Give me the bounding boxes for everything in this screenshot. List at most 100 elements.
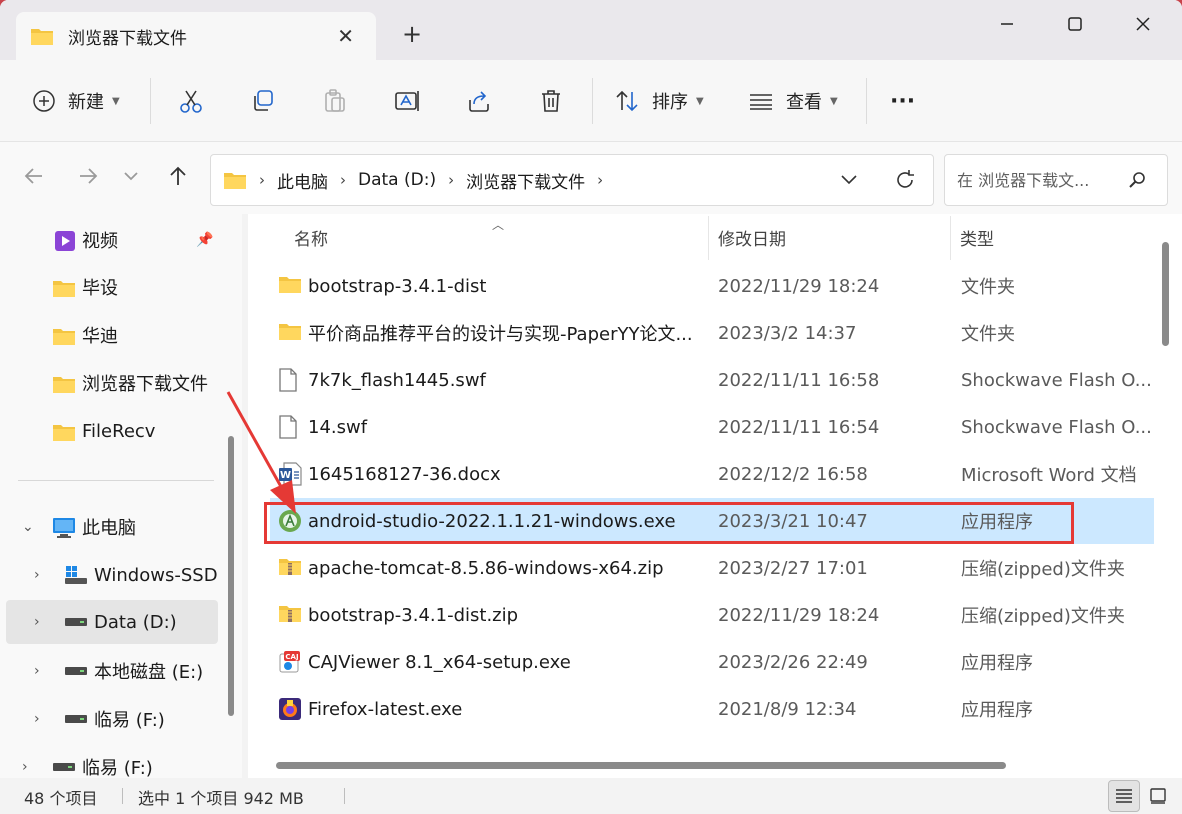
view-button[interactable]: 查看 ▼	[748, 60, 838, 142]
sidebar-item-local-disk-e[interactable]: › 本地磁盘 (E:)	[0, 649, 218, 693]
sort-icon	[616, 90, 638, 112]
drive-icon	[65, 618, 87, 626]
drive-icon	[65, 715, 87, 723]
column-divider[interactable]	[950, 216, 951, 260]
sidebar-item-label: 此电脑	[82, 518, 136, 539]
table-row[interactable]: bootstrap-3.4.1-dist 2022/11/29 18:24 文件夹	[270, 263, 1154, 309]
minimize-button[interactable]	[982, 8, 1032, 40]
table-row[interactable]: Firefox-latest.exe 2021/8/9 12:34 应用程序	[270, 686, 1154, 732]
chevron-right-icon[interactable]: ›	[22, 759, 28, 775]
chevron-right-icon[interactable]: ›	[34, 711, 40, 727]
table-row[interactable]: CAJ CAJViewer 8.1_x64-setup.exe 2023/2/26 …	[270, 639, 1154, 685]
details-view-button[interactable]	[1108, 780, 1140, 812]
firefox-icon	[278, 697, 302, 725]
chevron-right-icon[interactable]: ›	[34, 567, 40, 583]
file-date: 2022/11/29 18:24	[718, 275, 880, 297]
column-header-name[interactable]: 名称	[294, 214, 328, 260]
folder-icon	[31, 29, 53, 45]
status-divider	[344, 788, 345, 804]
recent-locations-button[interactable]	[122, 168, 140, 188]
table-row[interactable]: 7k7k_flash1445.swf 2022/11/11 16:58 Shockw…	[270, 357, 1154, 403]
column-header-date[interactable]: 修改日期	[718, 214, 786, 260]
sidebar-item-windows-ssd[interactable]: › Windows-SSD	[0, 553, 218, 597]
file-name: 1645168127-36.docx	[308, 463, 501, 485]
folder-icon	[53, 329, 75, 345]
sort-button[interactable]: 排序 ▼	[614, 60, 704, 142]
table-row[interactable]: 14.swf 2022/11/11 16:54 Shockwave Flash O.…	[270, 404, 1154, 450]
copy-icon	[254, 90, 273, 111]
paste-button[interactable]	[322, 60, 348, 142]
copy-button[interactable]	[250, 60, 276, 142]
file-name: CAJViewer 8.1_x64-setup.exe	[308, 651, 571, 673]
chevron-right-icon: ›	[597, 171, 604, 189]
arrow-left-icon	[24, 168, 42, 184]
sidebar-item-label: Windows-SSD	[94, 564, 218, 586]
close-tab-button[interactable]: ✕	[337, 24, 354, 48]
breadcrumb-downloads[interactable]: 浏览器下载文件	[466, 168, 585, 193]
sidebar-item-drive-f[interactable]: › 临易 (F:)	[0, 697, 218, 741]
navigation-pane: 📌 视频 毕设 华迪 浏览器下载文件 FileRecv ⌄ 此电脑 › Wind…	[0, 214, 242, 784]
column-header-type[interactable]: 类型	[960, 214, 994, 260]
more-options-button[interactable]: ···	[890, 60, 915, 142]
trash-icon	[542, 90, 560, 112]
sort-label: 排序	[652, 92, 688, 113]
maximize-button[interactable]	[1050, 8, 1100, 40]
horizontal-scrollbar-thumb[interactable]	[276, 762, 1006, 769]
table-row[interactable]: 平价商品推荐平台的设计与实现-PaperYY论文... 2023/3/2 14:3…	[270, 310, 1154, 356]
chevron-right-icon[interactable]: ›	[34, 614, 40, 630]
address-history-button[interactable]	[821, 172, 877, 188]
vertical-scrollbar-thumb[interactable]	[1162, 242, 1169, 346]
search-input[interactable]	[957, 170, 1127, 190]
table-row[interactable]: bootstrap-3.4.1-dist.zip 2022/11/29 18:24…	[270, 592, 1154, 638]
toolbar-divider	[592, 78, 593, 124]
sidebar-item-graduation[interactable]: 毕设	[0, 265, 218, 309]
details-view-icon	[1116, 789, 1132, 803]
delete-button[interactable]	[538, 60, 564, 142]
share-button[interactable]	[466, 60, 492, 142]
up-button[interactable]	[166, 164, 190, 192]
rename-button[interactable]	[394, 60, 422, 142]
file-date: 2022/11/11 16:58	[718, 369, 880, 391]
breadcrumb-data-drive[interactable]: Data (D:)	[358, 170, 436, 190]
file-type: 文件夹	[961, 277, 1015, 298]
folder-icon	[53, 281, 75, 297]
new-tab-button[interactable]: +	[402, 20, 422, 48]
list-view-icon	[750, 94, 772, 110]
refresh-button[interactable]	[877, 169, 933, 191]
search-icon	[1129, 172, 1145, 188]
table-row[interactable]	[270, 733, 1154, 749]
sidebar-item-huadi[interactable]: 华迪	[0, 313, 218, 357]
sidebar-item-label: 华迪	[82, 326, 118, 347]
sidebar-item-this-pc[interactable]: ⌄ 此电脑	[0, 505, 218, 549]
sidebar-scrollbar-thumb[interactable]	[228, 436, 234, 716]
sidebar-item-videos[interactable]: 视频	[0, 218, 218, 262]
sidebar-item-data-drive[interactable]: › Data (D:)	[6, 600, 218, 644]
chevron-right-icon[interactable]: ›	[34, 663, 40, 679]
file-explorer-window: 浏览器下载文件 ✕ + 新建 ▼ 排序 ▼ 查看 ▼ ··· › 此电脑 › D…	[0, 0, 1182, 814]
status-bar: 48 个项目 选中 1 个项目 942 MB	[0, 778, 1182, 814]
sidebar-divider	[18, 480, 214, 481]
annotation-highlight-box	[264, 502, 1074, 544]
address-bar[interactable]: › 此电脑 › Data (D:) › 浏览器下载文件 ›	[210, 154, 934, 206]
new-button[interactable]: 新建 ▼	[32, 60, 120, 142]
column-divider[interactable]	[708, 216, 709, 260]
file-type: 文件夹	[961, 324, 1015, 345]
table-row[interactable]: W 1645168127-36.docx 2022/12/2 16:58 Micros…	[270, 451, 1154, 497]
tab-title: 浏览器下载文件	[68, 28, 187, 49]
sidebar-item-downloads[interactable]: 浏览器下载文件	[0, 361, 218, 405]
forward-button[interactable]	[76, 164, 100, 192]
table-row[interactable]: apache-tomcat-8.5.86-windows-x64.zip 2023…	[270, 545, 1154, 591]
cut-button[interactable]	[178, 60, 204, 142]
view-label: 查看	[786, 92, 822, 113]
chevron-down-icon[interactable]: ⌄	[22, 519, 34, 535]
breadcrumb-this-pc[interactable]: 此电脑	[277, 168, 328, 193]
file-date: 2022/12/2 16:58	[718, 463, 868, 485]
large-icons-view-button[interactable]	[1142, 780, 1174, 812]
file-type: 压缩(zipped)文件夹	[961, 606, 1125, 627]
file-date: 2023/2/26 22:49	[718, 651, 868, 673]
search-box[interactable]	[944, 154, 1168, 206]
back-button[interactable]	[22, 164, 46, 192]
sidebar-item-filerecv[interactable]: FileRecv	[0, 409, 218, 453]
tab-downloads[interactable]: 浏览器下载文件 ✕	[16, 12, 376, 60]
close-window-button[interactable]	[1118, 8, 1168, 40]
